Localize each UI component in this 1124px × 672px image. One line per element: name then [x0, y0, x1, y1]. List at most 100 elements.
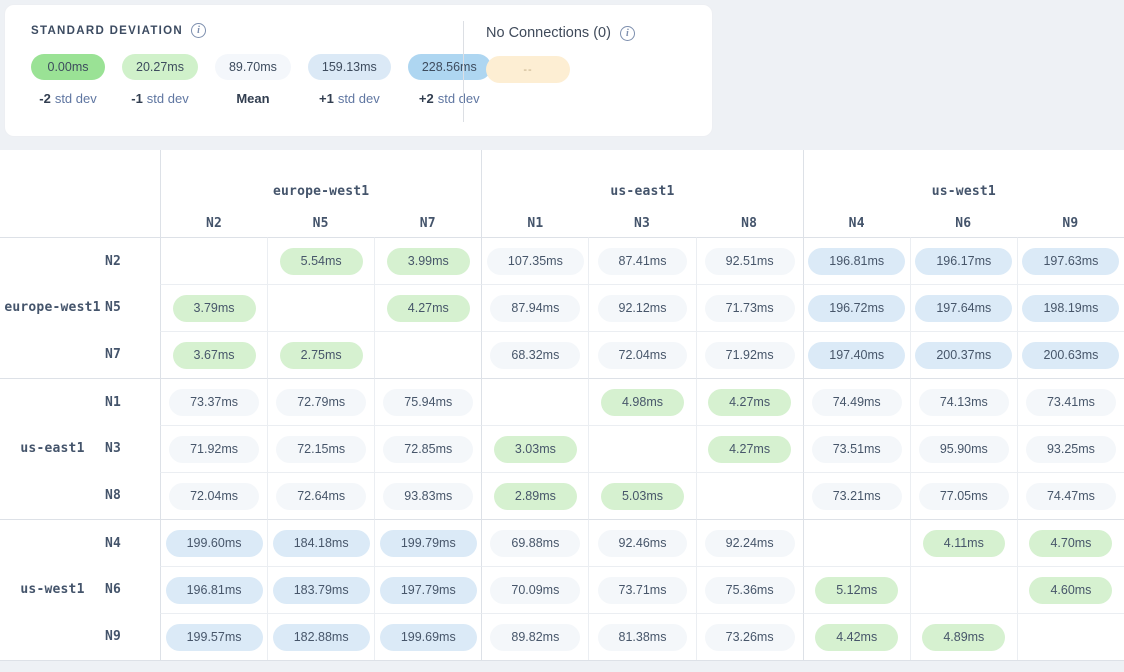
latency-value-pill[interactable]: 93.25ms — [1026, 436, 1116, 463]
latency-value-pill[interactable]: 73.26ms — [705, 624, 795, 651]
latency-value-pill[interactable]: 2.89ms — [494, 483, 577, 510]
latency-value-pill[interactable]: 200.63ms — [1022, 342, 1119, 369]
latency-value-pill[interactable]: 75.36ms — [705, 577, 795, 604]
latency-value-pill[interactable]: 71.92ms — [705, 342, 795, 369]
region-header-us-east1: us-east1 — [481, 150, 802, 200]
latency-value-pill[interactable]: 81.38ms — [598, 624, 688, 651]
latency-value-pill[interactable]: 74.47ms — [1026, 483, 1116, 510]
legend-item: 0.00ms -2std dev — [31, 54, 105, 106]
latency-value-pill[interactable]: 196.81ms — [166, 577, 263, 604]
latency-value-pill[interactable]: 184.18ms — [273, 530, 370, 557]
row-label-N4: N4 — [0, 519, 160, 566]
latency-value-pill[interactable]: 71.92ms — [169, 436, 259, 463]
latency-cell: 72.64ms — [267, 472, 374, 519]
latency-value-pill[interactable]: 4.70ms — [1029, 530, 1112, 557]
info-icon[interactable]: i — [620, 26, 635, 41]
legend-pill: 20.27ms — [122, 54, 198, 80]
latency-value-pill[interactable]: 72.79ms — [276, 389, 366, 416]
latency-cell: 93.25ms — [1017, 425, 1124, 472]
row-label-N1: N1 — [0, 378, 160, 425]
latency-value-pill[interactable]: 199.60ms — [166, 530, 263, 557]
latency-value-pill[interactable]: 197.63ms — [1022, 248, 1119, 275]
latency-value-pill[interactable]: 2.75ms — [280, 342, 363, 369]
latency-value-pill[interactable]: 183.79ms — [273, 577, 370, 604]
latency-value-pill[interactable]: 197.79ms — [380, 577, 477, 604]
latency-value-pill[interactable]: 4.27ms — [387, 295, 470, 322]
latency-cell: 89.82ms — [481, 613, 588, 660]
latency-value-pill[interactable]: 87.94ms — [490, 295, 580, 322]
latency-value-pill[interactable]: 73.71ms — [598, 577, 688, 604]
latency-value-pill[interactable]: 92.24ms — [705, 530, 795, 557]
latency-value-pill[interactable]: 72.64ms — [276, 483, 366, 510]
latency-value-pill[interactable]: 4.27ms — [708, 389, 791, 416]
latency-value-pill[interactable]: 5.54ms — [280, 248, 363, 275]
latency-value-pill[interactable]: 72.15ms — [276, 436, 366, 463]
latency-cell: 4.89ms — [910, 613, 1017, 660]
latency-value-pill[interactable]: 4.11ms — [923, 530, 1005, 557]
no-connections-title: No Connections (0) — [486, 25, 611, 41]
latency-value-pill[interactable]: 3.67ms — [173, 342, 256, 369]
latency-value-pill[interactable]: 72.04ms — [169, 483, 259, 510]
latency-value-pill[interactable]: 77.05ms — [919, 483, 1009, 510]
latency-cell: 3.67ms — [160, 331, 267, 378]
latency-cell: 72.04ms — [160, 472, 267, 519]
latency-value-pill[interactable]: 197.64ms — [915, 295, 1012, 322]
latency-value-pill[interactable]: 73.51ms — [812, 436, 902, 463]
latency-value-pill[interactable]: 73.37ms — [169, 389, 259, 416]
latency-value-pill[interactable]: 70.09ms — [490, 577, 580, 604]
latency-value-pill[interactable]: 89.82ms — [490, 624, 580, 651]
latency-value-pill[interactable]: 4.89ms — [922, 624, 1005, 651]
latency-value-pill[interactable]: 4.98ms — [601, 389, 684, 416]
latency-value-pill[interactable]: 5.03ms — [601, 483, 684, 510]
latency-value-pill[interactable]: 93.83ms — [383, 483, 473, 510]
latency-value-pill[interactable]: 92.46ms — [598, 530, 688, 557]
latency-value-pill[interactable]: 72.04ms — [598, 342, 688, 369]
latency-value-pill[interactable]: 196.17ms — [915, 248, 1012, 275]
latency-value-pill[interactable]: 4.42ms — [815, 624, 898, 651]
latency-value-pill[interactable]: 107.35ms — [487, 248, 584, 275]
latency-value-pill[interactable]: 73.41ms — [1026, 389, 1116, 416]
latency-value-pill[interactable]: 71.73ms — [705, 295, 795, 322]
column-header-N3: N3 — [588, 200, 695, 237]
latency-value-pill[interactable]: 92.51ms — [705, 248, 795, 275]
latency-cell: 4.27ms — [696, 425, 803, 472]
latency-value-pill[interactable]: 199.57ms — [166, 624, 263, 651]
row-node-label: N7 — [105, 347, 147, 362]
no-connections-legend: No Connections (0) i -- — [464, 5, 712, 136]
latency-value-pill[interactable]: 73.21ms — [812, 483, 902, 510]
latency-cell: 92.51ms — [696, 237, 803, 284]
latency-cell — [696, 472, 803, 519]
latency-value-pill[interactable]: 200.37ms — [915, 342, 1012, 369]
latency-value-pill[interactable]: 5.12ms — [815, 577, 898, 604]
latency-value-pill[interactable]: 3.99ms — [387, 248, 470, 275]
latency-value-pill[interactable]: 199.79ms — [380, 530, 477, 557]
latency-cell: 75.94ms — [374, 378, 481, 425]
info-icon[interactable]: i — [191, 23, 206, 38]
latency-value-pill[interactable]: 87.41ms — [598, 248, 688, 275]
region-header-europe-west1: europe-west1 — [160, 150, 481, 200]
latency-cell: 72.15ms — [267, 425, 374, 472]
latency-cell: 3.79ms — [160, 284, 267, 331]
row-label-N6: us-west1N6 — [0, 566, 160, 613]
latency-cell — [267, 284, 374, 331]
column-header-N4: N4 — [803, 200, 910, 237]
latency-value-pill[interactable]: 74.49ms — [812, 389, 902, 416]
latency-value-pill[interactable]: 3.79ms — [173, 295, 256, 322]
latency-value-pill[interactable]: 92.12ms — [598, 295, 688, 322]
latency-value-pill[interactable]: 95.90ms — [919, 436, 1009, 463]
latency-value-pill[interactable]: 72.85ms — [383, 436, 473, 463]
latency-value-pill[interactable]: 3.03ms — [494, 436, 577, 463]
latency-value-pill[interactable]: 199.69ms — [380, 624, 477, 651]
latency-value-pill[interactable]: 74.13ms — [919, 389, 1009, 416]
latency-value-pill[interactable]: 4.60ms — [1029, 577, 1112, 604]
latency-value-pill[interactable]: 198.19ms — [1022, 295, 1119, 322]
latency-value-pill[interactable]: 196.81ms — [808, 248, 905, 275]
latency-cell: 3.03ms — [481, 425, 588, 472]
latency-value-pill[interactable]: 68.32ms — [490, 342, 580, 369]
latency-value-pill[interactable]: 197.40ms — [808, 342, 905, 369]
latency-value-pill[interactable]: 75.94ms — [383, 389, 473, 416]
latency-value-pill[interactable]: 69.88ms — [490, 530, 580, 557]
latency-value-pill[interactable]: 4.27ms — [708, 436, 791, 463]
latency-value-pill[interactable]: 196.72ms — [808, 295, 905, 322]
latency-value-pill[interactable]: 182.88ms — [273, 624, 370, 651]
